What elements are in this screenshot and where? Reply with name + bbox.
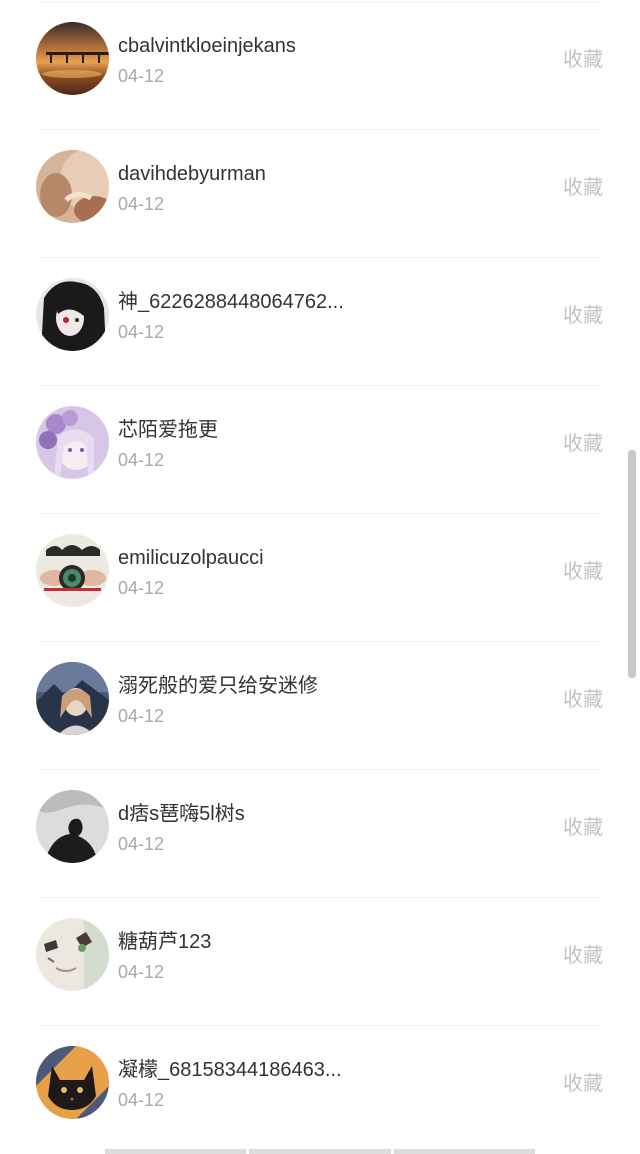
user-name: cbalvintkloeinjekans	[118, 35, 296, 57]
user-name: 凝檬_68158344186463...	[118, 1059, 342, 1081]
date: 04-12	[118, 578, 165, 598]
date: 04-12	[118, 962, 165, 982]
favorite-button[interactable]: 收藏	[563, 686, 603, 714]
list-item[interactable]: emilicuzolpaucci 04-12 收藏	[0, 514, 640, 642]
avatar[interactable]	[36, 790, 109, 863]
list-item[interactable]: 凝檬_68158344186463... 04-12 收藏	[0, 1026, 640, 1154]
sketch-face-avatar-icon	[36, 918, 109, 991]
bottom-indicator-segment	[105, 1149, 247, 1154]
list-item[interactable]: d痞s琶嗨5l树s 04-12 收藏	[0, 770, 640, 898]
favorite-button[interactable]: 收藏	[563, 1070, 603, 1098]
list-item[interactable]: davihdebyurman 04-12 收藏	[0, 130, 640, 258]
sunset-pier-avatar-icon	[36, 22, 109, 95]
favorite-button[interactable]: 收藏	[563, 302, 603, 330]
favorite-button[interactable]: 收藏	[563, 942, 603, 970]
avatar[interactable]	[36, 150, 109, 223]
user-name: d痞s琶嗨5l树s	[118, 803, 245, 825]
date: 04-12	[118, 834, 165, 854]
date: 04-12	[118, 194, 165, 214]
date: 04-12	[118, 450, 165, 470]
date: 04-12	[118, 706, 165, 726]
dark-hair-anime-avatar-icon	[36, 278, 109, 351]
list-item[interactable]: cbalvintkloeinjekans 04-12 收藏	[0, 2, 640, 130]
favorite-button[interactable]: 收藏	[563, 430, 603, 458]
user-list: cbalvintkloeinjekans 04-12 收藏 davihdebyu…	[0, 0, 640, 1154]
user-name: emilicuzolpaucci	[118, 547, 264, 569]
list-item[interactable]: 芯陌爱拖更 04-12 收藏	[0, 386, 640, 514]
favorite-button[interactable]: 收藏	[563, 814, 603, 842]
list-item[interactable]: 神_6226288448064762... 04-12 收藏	[0, 258, 640, 386]
avatar[interactable]	[36, 406, 109, 479]
user-name: 神_6226288448064762...	[118, 291, 344, 313]
camera-hands-avatar-icon	[36, 534, 109, 607]
avatar[interactable]	[36, 662, 109, 735]
list-item[interactable]: 溺死般的爱只给安迷修 04-12 收藏	[0, 642, 640, 770]
date: 04-12	[118, 322, 165, 342]
scrollbar[interactable]	[628, 450, 636, 678]
avatar[interactable]	[36, 918, 109, 991]
bottom-indicator	[105, 1149, 535, 1154]
bottom-indicator-segment	[249, 1149, 391, 1154]
user-name: 芯陌爱拖更	[118, 419, 218, 441]
avatar[interactable]	[36, 22, 109, 95]
user-name: 溺死般的爱只给安迷修	[118, 675, 318, 697]
avatar[interactable]	[36, 278, 109, 351]
warm-toned-photo-avatar-icon	[36, 150, 109, 223]
monochrome-silhouette-avatar-icon	[36, 790, 109, 863]
avatar[interactable]	[36, 534, 109, 607]
favorite-button[interactable]: 收藏	[563, 174, 603, 202]
list-item[interactable]: 糖葫芦123 04-12 收藏	[0, 898, 640, 1026]
user-name: davihdebyurman	[118, 163, 266, 185]
purple-anime-girl-avatar-icon	[36, 406, 109, 479]
avatar[interactable]	[36, 1046, 109, 1119]
user-name: 糖葫芦123	[118, 931, 212, 953]
black-cat-orange-avatar-icon	[36, 1046, 109, 1119]
anime-girl-mountain-avatar-icon	[36, 662, 109, 735]
date: 04-12	[118, 1090, 165, 1110]
favorite-button[interactable]: 收藏	[563, 558, 603, 586]
favorite-button[interactable]: 收藏	[563, 46, 603, 74]
date: 04-12	[118, 66, 165, 86]
bottom-indicator-segment	[393, 1149, 535, 1154]
